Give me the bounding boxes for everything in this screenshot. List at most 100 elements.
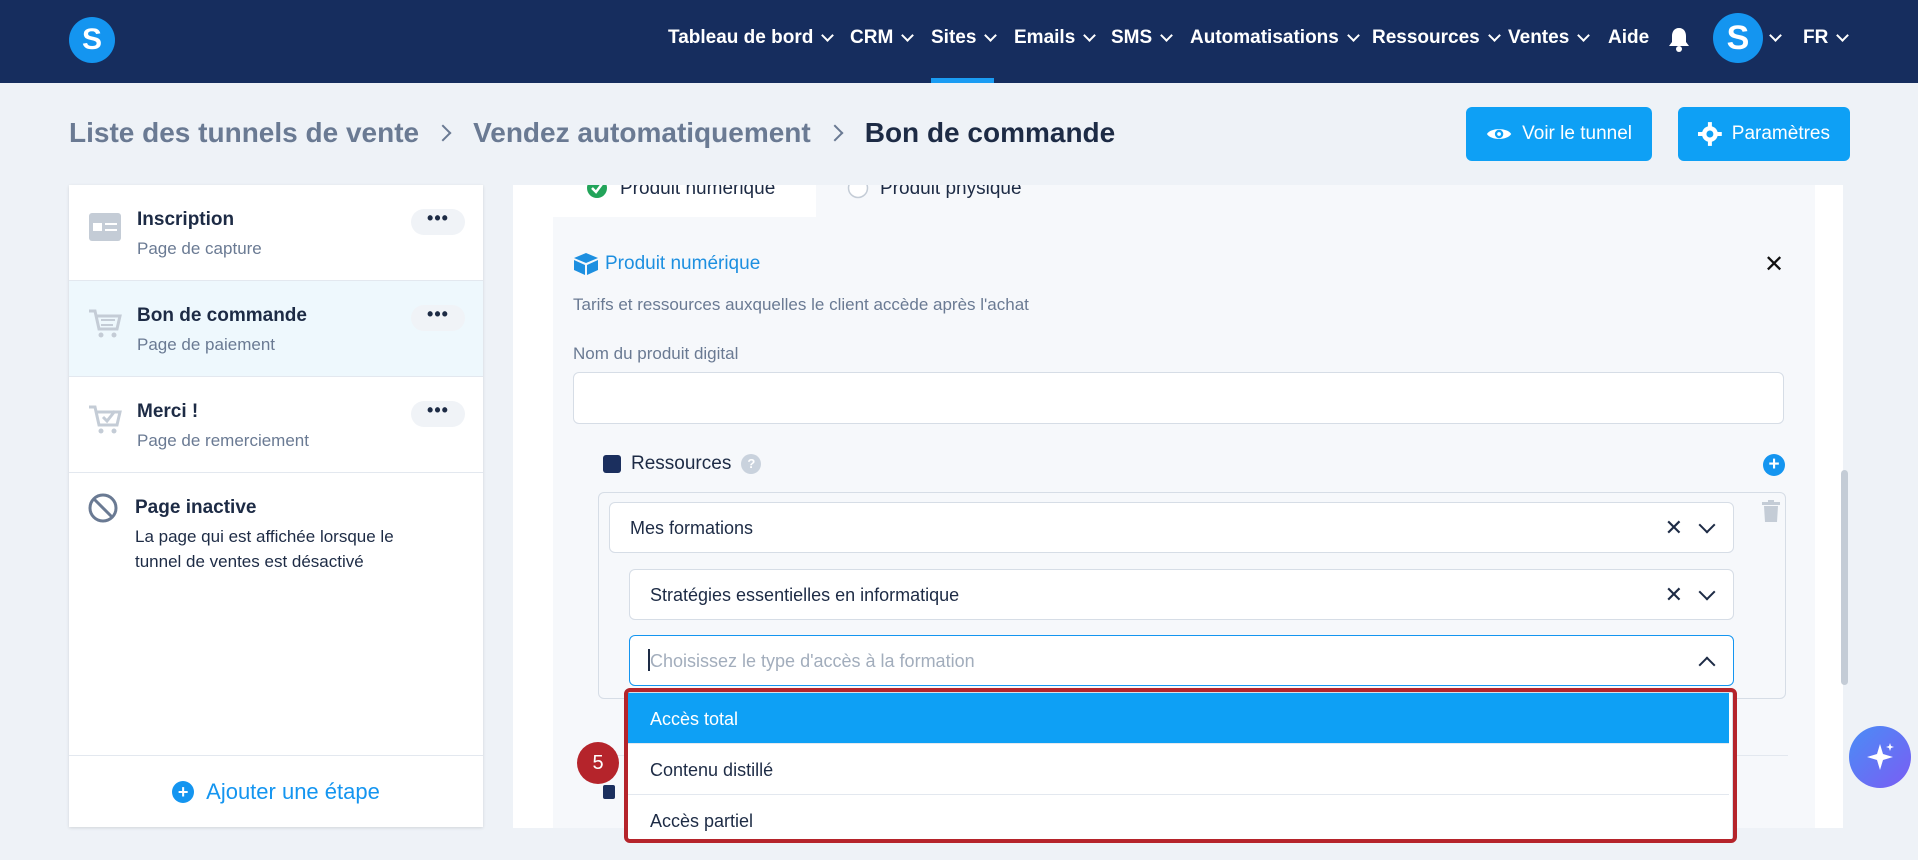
help-icon[interactable]: ? (741, 454, 762, 474)
access-type-placeholder: Choisissez le type d'accès à la formatio… (650, 651, 975, 671)
step-subtitle: Page de paiement (137, 335, 275, 354)
add-step-label: Ajouter une étape (206, 778, 380, 804)
clear-icon[interactable]: ✕ (1665, 582, 1683, 608)
resource-type-select[interactable]: Mes formations ✕ (609, 502, 1734, 553)
radio-unchecked-icon (847, 185, 869, 199)
view-funnel-button[interactable]: Voir le tunnel (1466, 107, 1652, 161)
product-description: Tarifs et ressources auxquelles le clien… (573, 295, 1029, 314)
inactive-page-title[interactable]: Page inactive (135, 497, 256, 519)
language-selector[interactable]: FR (1803, 27, 1850, 49)
app-logo[interactable]: S (69, 17, 115, 63)
add-step-button[interactable]: + Ajouter une étape (69, 755, 483, 827)
nav-item-label: Emails (1014, 27, 1076, 48)
chevron-down-icon (1160, 28, 1174, 42)
settings-button[interactable]: Paramètres (1678, 107, 1850, 161)
course-value: Stratégies essentielles en informatique (650, 585, 960, 605)
product-type-physical[interactable]: Produit physique (816, 185, 1815, 217)
nav-ventes[interactable]: Ventes (1508, 27, 1591, 49)
view-funnel-label: Voir le tunnel (1522, 123, 1632, 144)
chevron-down-icon (1487, 28, 1501, 42)
annotation-highlight (624, 688, 1737, 843)
disabled-icon (88, 493, 118, 523)
step-merci[interactable]: Merci ! Page de remerciement ••• (69, 377, 483, 473)
radio-checked-icon (587, 185, 607, 198)
nav-item-label: Tableau de bord (668, 27, 814, 48)
breadcrumb: Liste des tunnels de vente Vendez automa… (69, 117, 1115, 149)
product-type-digital[interactable]: Produit numérique (553, 185, 816, 217)
step-more-button[interactable]: ••• (411, 401, 465, 427)
step-title: Bon de commande (137, 305, 307, 326)
resources-header: Ressources ? (603, 453, 762, 475)
nav-emails[interactable]: Emails (1014, 27, 1097, 49)
eye-icon (1486, 129, 1512, 139)
nav-ressources[interactable]: Ressources (1372, 27, 1501, 49)
cart-icon (89, 309, 122, 338)
nav-item-label: CRM (850, 27, 894, 48)
chevron-down-icon[interactable] (1698, 516, 1716, 534)
nav-active-indicator (931, 78, 994, 83)
course-select[interactable]: Stratégies essentielles en informatique … (629, 569, 1734, 620)
close-icon[interactable]: ✕ (1764, 250, 1784, 279)
step-title: Inscription (137, 209, 235, 230)
product-title-label: Produit numérique (605, 253, 761, 274)
sparkle-icon (1867, 743, 1894, 770)
access-type-select[interactable]: Choisissez le type d'accès à la formatio… (629, 635, 1734, 686)
nav-aide[interactable]: Aide (1608, 27, 1649, 49)
top-navbar: S Tableau de bord CRM Sites Emails SMS A… (0, 0, 1918, 83)
chevron-down-icon (901, 28, 915, 42)
product-type-label: Produit physique (880, 185, 1022, 199)
chevron-down-icon (1083, 28, 1097, 42)
add-resource-button[interactable]: + (1763, 454, 1785, 476)
step-subtitle: Page de capture (137, 239, 262, 258)
scrollbar[interactable] (1841, 470, 1848, 685)
nav-item-label: Automatisations (1190, 27, 1339, 48)
nav-automatisations[interactable]: Automatisations (1190, 27, 1360, 49)
step-subtitle: Page de remerciement (137, 431, 309, 450)
breadcrumb-funnel[interactable]: Vendez automatiquement (473, 117, 811, 149)
nav-tableau-de-bord[interactable]: Tableau de bord (668, 27, 835, 49)
trash-icon[interactable] (1762, 500, 1780, 522)
resource-type-value: Mes formations (630, 518, 754, 538)
step-title: Merci ! (137, 401, 199, 422)
checklist-icon (603, 455, 621, 473)
form-icon (89, 213, 121, 241)
step-bon-de-commande[interactable]: Bon de commande Page de paiement ••• (69, 281, 483, 377)
funnel-steps-panel: Inscription Page de capture ••• Bon de c… (69, 185, 483, 827)
bell-icon[interactable] (1668, 26, 1690, 52)
breadcrumb-funnel-list[interactable]: Liste des tunnels de vente (69, 117, 419, 149)
gear-icon (1698, 122, 1722, 146)
nav-sms[interactable]: SMS (1111, 27, 1174, 49)
product-name-label: Nom du produit digital (573, 344, 739, 363)
nav-sites[interactable]: Sites (931, 27, 998, 49)
settings-label: Paramètres (1731, 123, 1830, 144)
chevron-down-icon (984, 28, 998, 42)
step-more-button[interactable]: ••• (411, 209, 465, 235)
nav-item-label: SMS (1111, 27, 1153, 48)
chevron-down-icon[interactable] (1698, 583, 1716, 601)
nav-crm[interactable]: CRM (850, 27, 915, 49)
chevron-right-icon (826, 124, 844, 142)
inactive-page-description: La page qui est affichée lorsque le tunn… (135, 527, 394, 571)
step-more-button[interactable]: ••• (411, 305, 465, 331)
resources-label: Ressources (631, 453, 732, 474)
product-name-input[interactable] (573, 372, 1784, 424)
ai-assistant-button[interactable] (1849, 726, 1911, 788)
nav-item-label: Ventes (1508, 27, 1570, 48)
chevron-down-icon (821, 28, 835, 42)
product-type-label: Produit numérique (620, 185, 776, 199)
step-inscription[interactable]: Inscription Page de capture ••• (69, 185, 483, 281)
clear-icon[interactable]: ✕ (1665, 515, 1683, 541)
chevron-down-icon[interactable] (1769, 29, 1782, 42)
chevron-down-icon (1346, 28, 1360, 42)
chevron-down-icon (1577, 28, 1591, 42)
annotation-step-badge: 5 (577, 742, 619, 784)
list-icon (603, 785, 615, 799)
language-label: FR (1803, 27, 1829, 48)
plus-icon: + (172, 780, 195, 803)
product-type-selector: Produit numérique Produit physique (553, 185, 1815, 217)
nav-item-label: Sites (931, 27, 977, 48)
avatar[interactable]: S (1713, 13, 1763, 63)
package-icon (574, 253, 598, 275)
product-card-title: Produit numérique (573, 252, 760, 276)
chevron-up-icon[interactable] (1698, 656, 1716, 674)
